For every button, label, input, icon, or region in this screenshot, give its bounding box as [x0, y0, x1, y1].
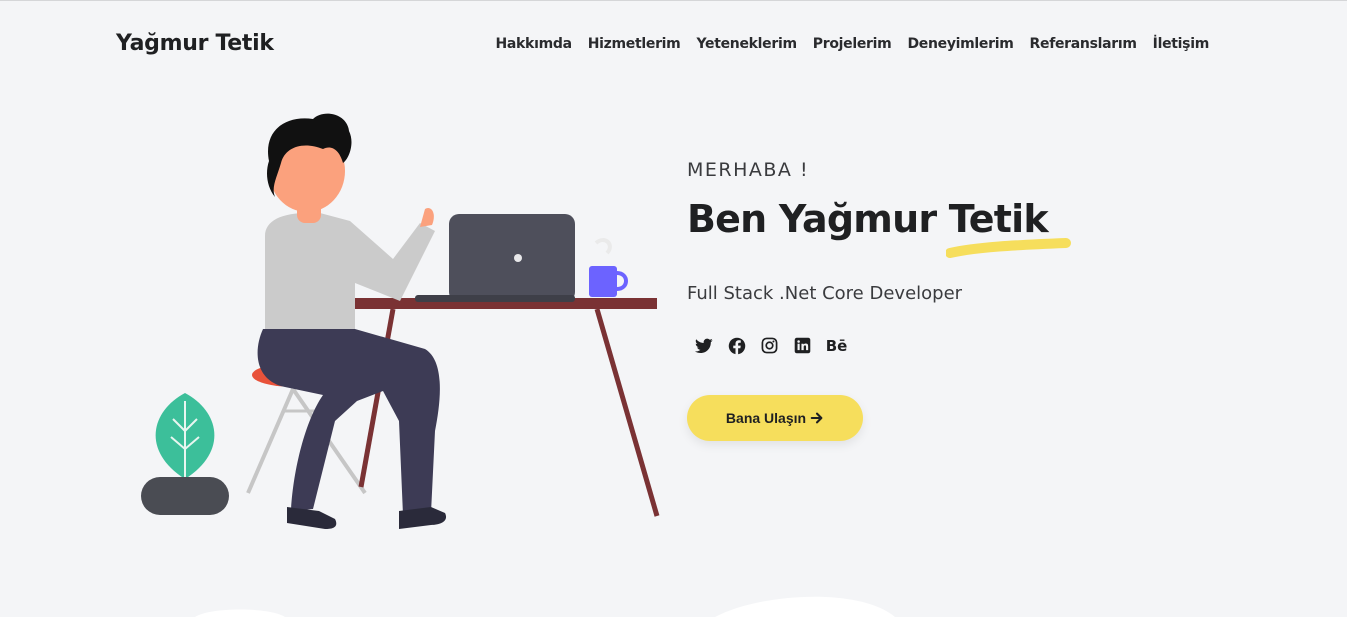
hero-subtitle: Full Stack .Net Core Developer [687, 283, 963, 304]
headline-prefix: Ben Yağmur [687, 197, 949, 241]
desk-icon [335, 298, 660, 517]
nav-menu: Hakkımda Hizmetlerim Yeteneklerim Projel… [495, 36, 1209, 52]
twitter-icon[interactable] [694, 336, 713, 355]
headline-highlight: Tetik [945, 197, 1071, 258]
hero-greeting: MERHABA ! [687, 159, 810, 181]
laptop-icon [415, 214, 575, 302]
behance-label: Bē [825, 336, 848, 355]
bottom-wave-decoration [195, 596, 895, 617]
nav-item-deneyimlerim[interactable]: Deneyimlerim [907, 36, 1013, 52]
nav-item-hizmetlerim[interactable]: Hizmetlerim [588, 36, 681, 52]
navbar: Yağmur Tetik Hakkımda Hizmetlerim Yetene… [0, 1, 1347, 91]
nav-item-referanslarim[interactable]: Referanslarım [1030, 36, 1137, 52]
contact-button-label: Bana Ulaşın [725, 410, 807, 426]
social-links: Bē [687, 336, 1247, 355]
contact-button[interactable]: Bana Ulaşın [687, 395, 863, 441]
mug-icon [589, 238, 628, 297]
facebook-icon[interactable] [727, 336, 746, 355]
headline-highlight-text: Tetik [948, 197, 1049, 241]
nav-item-projelerim[interactable]: Projelerim [813, 36, 892, 52]
brand-logo[interactable]: Yağmur Tetik [116, 31, 274, 56]
nav-item-yeteneklerim[interactable]: Yeteneklerim [696, 36, 797, 52]
plant-icon [141, 393, 229, 515]
instagram-icon[interactable] [760, 336, 779, 355]
hero-section: MERHABA ! Ben Yağmur Tetik Full Stack .N… [687, 159, 1247, 441]
developer-illustration [141, 113, 660, 529]
nav-item-iletisim[interactable]: İletişim [1153, 36, 1210, 52]
nav-item-hakkimda[interactable]: Hakkımda [495, 36, 572, 52]
behance-icon[interactable]: Bē [825, 336, 848, 355]
linkedin-icon[interactable] [793, 336, 812, 355]
hero-headline: Ben Yağmur Tetik [687, 197, 1247, 258]
person-icon [257, 113, 447, 529]
arrow-right-icon [810, 412, 823, 424]
